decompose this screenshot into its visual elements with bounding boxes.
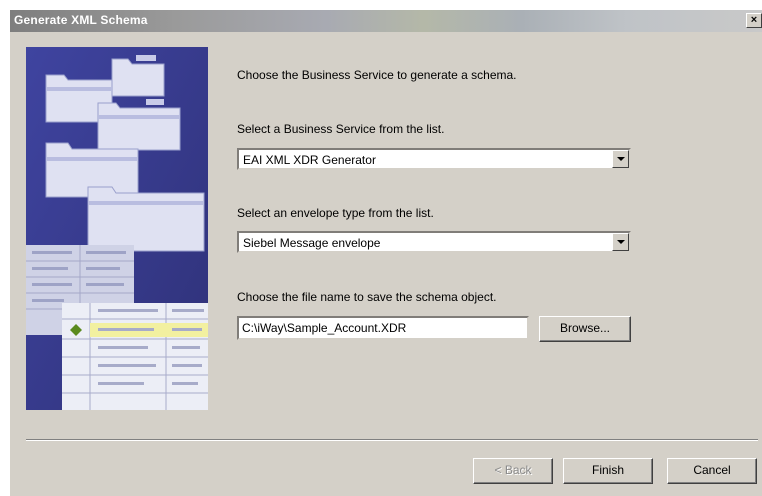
browse-button[interactable]: Browse... (539, 316, 631, 342)
close-button[interactable]: × (746, 13, 762, 28)
chevron-down-icon[interactable] (612, 150, 629, 168)
separator (26, 440, 758, 441)
generate-xml-schema-dialog: Generate XML Schema × Choose the Busines… (10, 10, 762, 496)
envelope-value: Siebel Message envelope (243, 236, 381, 250)
envelope-dropdown[interactable]: Siebel Message envelope (237, 231, 631, 253)
back-button[interactable]: < Back (473, 458, 553, 484)
folders-illustration-icon (26, 47, 208, 410)
finish-button[interactable]: Finish (563, 458, 653, 484)
file-name-field[interactable] (237, 316, 529, 340)
business-service-dropdown[interactable]: EAI XML XDR Generator (237, 148, 631, 170)
business-service-value: EAI XML XDR Generator (243, 153, 376, 167)
window-title: Generate XML Schema (14, 13, 148, 27)
envelope-label: Select an envelope type from the list. (237, 206, 434, 220)
chevron-down-icon[interactable] (612, 233, 629, 251)
cancel-button[interactable]: Cancel (667, 458, 757, 484)
file-label: Choose the file name to save the schema … (237, 290, 497, 304)
wizard-illustration (26, 47, 208, 410)
intro-text: Choose the Business Service to generate … (237, 68, 517, 82)
title-bar[interactable]: Generate XML Schema × (10, 10, 762, 32)
file-name-input[interactable] (239, 318, 527, 338)
business-service-label: Select a Business Service from the list. (237, 122, 445, 136)
